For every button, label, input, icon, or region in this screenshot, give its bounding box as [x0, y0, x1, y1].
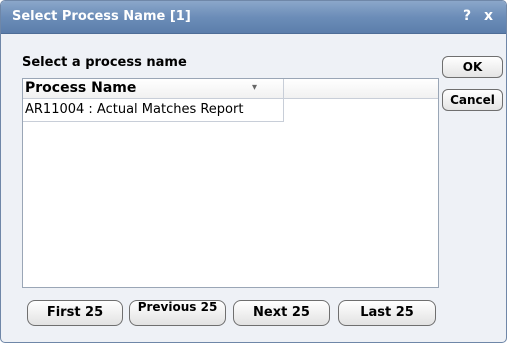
list-item[interactable]: AR11004 : Actual Matches Report — [23, 99, 284, 122]
ok-button[interactable]: OK — [442, 56, 503, 78]
previous-25-button[interactable]: Previous 25 — [129, 300, 226, 326]
prompt-label: Select a process name — [22, 55, 187, 70]
close-icon[interactable]: x — [484, 8, 493, 24]
title-bar: Select Process Name [1] ? x — [1, 1, 506, 34]
next-25-button[interactable]: Next 25 — [233, 300, 330, 326]
select-process-dialog: Select Process Name [1] ? x Select a pro… — [0, 0, 507, 343]
help-icon[interactable]: ? — [463, 8, 471, 24]
column-header-label: Process Name — [25, 80, 137, 96]
last-25-button[interactable]: Last 25 — [338, 300, 436, 326]
previous-25-label: Previous 25 — [137, 300, 218, 314]
column-header-filler — [284, 79, 438, 99]
process-list: Process Name ▾ AR11004 : Actual Matches … — [22, 78, 439, 288]
first-25-button[interactable]: First 25 — [27, 300, 123, 326]
list-item-label: AR11004 : Actual Matches Report — [25, 102, 244, 117]
dialog-title: Select Process Name [1] — [12, 9, 191, 24]
sort-dropdown-icon[interactable]: ▾ — [252, 82, 257, 93]
column-header-process-name[interactable]: Process Name ▾ — [23, 79, 284, 99]
cancel-button[interactable]: Cancel — [442, 89, 503, 111]
